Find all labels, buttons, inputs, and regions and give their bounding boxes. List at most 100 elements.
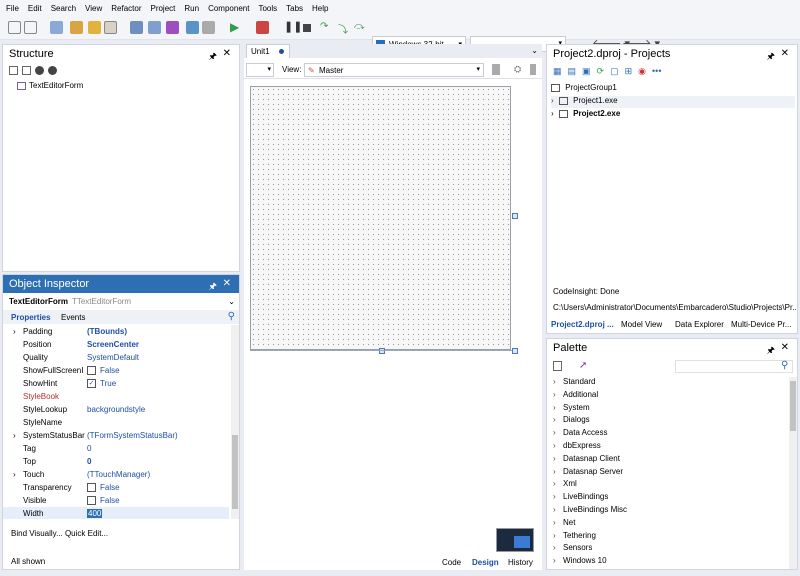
property-value[interactable]: (TFormSystemStatusBar) xyxy=(87,431,178,440)
add-file-icon[interactable] xyxy=(148,21,161,34)
more-icon[interactable]: ••• xyxy=(652,66,661,78)
trace-into-icon[interactable]: ⤵ xyxy=(338,21,351,36)
property-value[interactable]: 400 xyxy=(87,509,103,518)
new-component-icon[interactable] xyxy=(553,361,562,371)
palette-category[interactable]: › Dialogs xyxy=(553,415,590,428)
property-row[interactable]: ShowFullScreenI False xyxy=(3,364,229,377)
save-icon[interactable] xyxy=(104,21,117,34)
property-value[interactable]: ScreenCenter xyxy=(87,340,139,349)
expand-icon[interactable]: › xyxy=(13,431,16,440)
menu-item[interactable]: Edit xyxy=(28,4,42,13)
chevron-down-icon[interactable]: ⌄ xyxy=(531,46,538,55)
design-form[interactable] xyxy=(250,86,511,350)
checkbox[interactable] xyxy=(87,496,96,506)
property-row[interactable]: ShowHint ✓ True xyxy=(3,377,229,390)
palette-search-input[interactable] xyxy=(675,360,793,373)
sync-icon[interactable]: ▦ xyxy=(553,66,562,78)
tab-unit1[interactable]: Unit1 xyxy=(246,44,290,58)
menu-item[interactable]: Refactor xyxy=(111,4,141,13)
close-icon[interactable]: ✕ xyxy=(223,278,231,289)
stop-icon[interactable] xyxy=(300,21,313,34)
palette-category[interactable]: › Windows 10 xyxy=(553,556,607,569)
pin-icon[interactable]: 🖈 xyxy=(767,343,775,359)
palette-category[interactable]: › Data Access xyxy=(553,428,607,441)
palette-category[interactable]: › Standard xyxy=(553,377,595,390)
property-value[interactable]: False xyxy=(87,496,120,506)
run-to-cursor-icon[interactable]: ⤼ xyxy=(354,21,367,34)
object-selector[interactable]: TextEditorForm TTextEditorForm ⌄ xyxy=(3,294,239,308)
property-row[interactable]: › SystemStatusBar (TFormSystemStatusBar) xyxy=(3,429,229,442)
menu-item[interactable]: Help xyxy=(312,4,328,13)
property-value[interactable]: 0 xyxy=(87,444,91,453)
checkbox[interactable] xyxy=(87,483,96,493)
new-icon[interactable]: ▢ xyxy=(610,66,619,78)
project-group[interactable]: ProjectGroup1 xyxy=(551,83,617,92)
build-icon[interactable]: ▣ xyxy=(582,66,591,78)
run-icon[interactable]: ▶ xyxy=(230,21,243,34)
property-value[interactable]: backgroundstyle xyxy=(87,405,145,414)
options-icon[interactable]: ▤ xyxy=(568,66,577,78)
new-form-icon[interactable] xyxy=(50,21,63,34)
toggle-form-icon[interactable] xyxy=(186,21,199,34)
palette-category[interactable]: › Xml xyxy=(553,479,577,492)
palette-category[interactable]: › LiveBindings xyxy=(553,492,608,505)
property-row[interactable]: Tag 0 xyxy=(3,442,229,455)
pointer-icon[interactable]: ➚ xyxy=(579,360,587,371)
pause-icon[interactable]: ❚❚ xyxy=(284,21,302,34)
new-icon[interactable] xyxy=(8,21,21,34)
expand-icon[interactable]: › xyxy=(13,470,16,479)
refresh-icon[interactable]: ⟳ xyxy=(597,66,605,78)
tab-project[interactable]: Project2.dproj ... xyxy=(551,320,614,329)
down-icon[interactable] xyxy=(48,66,57,75)
property-value[interactable]: 0 xyxy=(87,457,91,466)
search-icon[interactable]: ⚲ xyxy=(781,360,788,371)
add-icon[interactable]: ⊞ xyxy=(625,66,633,78)
menu-item[interactable]: Search xyxy=(51,4,76,13)
project-item[interactable]: › Project1.exe xyxy=(551,96,795,108)
open-icon[interactable] xyxy=(24,21,37,34)
step-over-icon[interactable]: ↷ xyxy=(320,21,333,34)
tab-history[interactable]: History xyxy=(508,558,533,567)
palette-category[interactable]: › Tethering xyxy=(553,531,596,544)
property-value[interactable]: SystemDefault xyxy=(87,353,139,362)
palette-category[interactable]: › Net xyxy=(553,518,575,531)
expand-icon[interactable]: › xyxy=(13,327,16,336)
folder-icon[interactable] xyxy=(88,21,101,34)
palette-category[interactable]: › Datasnap Client xyxy=(553,454,620,467)
tools-icon[interactable]: ⛭ xyxy=(514,64,521,75)
menu-item[interactable]: Run xyxy=(184,4,199,13)
search-icon[interactable]: ⚲ xyxy=(228,311,235,322)
palette-category[interactable]: › Datasnap Server xyxy=(553,467,623,480)
resize-handle-right[interactable] xyxy=(512,213,518,219)
palette-category[interactable]: › System xyxy=(553,403,590,416)
palette-category[interactable]: › Additional xyxy=(553,390,598,403)
expand-icon[interactable] xyxy=(9,66,18,75)
pin-icon[interactable]: 🖈 xyxy=(209,49,217,65)
palette-category[interactable]: › dbExpress xyxy=(553,441,601,454)
menu-item[interactable]: Component xyxy=(208,4,249,13)
tab-design[interactable]: Design xyxy=(472,558,499,567)
style-select[interactable]: ▾ xyxy=(246,63,274,77)
tab-properties[interactable]: Properties xyxy=(11,313,51,322)
palette-category[interactable]: › LiveBindings Misc xyxy=(553,505,627,518)
menu-item[interactable]: Project xyxy=(150,4,175,13)
delete-icon[interactable] xyxy=(530,64,536,75)
property-row[interactable]: Top 0 xyxy=(3,455,229,468)
save-all-icon[interactable] xyxy=(130,21,143,34)
scrollbar[interactable] xyxy=(789,377,797,569)
page-icon[interactable] xyxy=(492,64,500,75)
remove-file-icon[interactable] xyxy=(166,21,179,34)
property-row[interactable]: StyleName xyxy=(3,416,229,429)
tab-data-explorer[interactable]: Data Explorer xyxy=(675,320,724,329)
structure-item[interactable]: TextEditorForm xyxy=(17,81,83,90)
property-row[interactable]: Visible False xyxy=(3,494,229,507)
collapse-icon[interactable] xyxy=(22,66,31,75)
checkbox[interactable]: ✓ xyxy=(87,379,96,389)
pin-icon[interactable]: 🖈 xyxy=(209,279,217,295)
menu-item[interactable]: View xyxy=(85,4,102,13)
property-row[interactable]: › Padding (TBounds) xyxy=(3,325,229,338)
tab-model-view[interactable]: Model View xyxy=(621,320,662,329)
tab-code[interactable]: Code xyxy=(442,558,461,567)
menu-item[interactable]: File xyxy=(6,4,19,13)
pin-icon[interactable]: 🖈 xyxy=(767,49,775,65)
